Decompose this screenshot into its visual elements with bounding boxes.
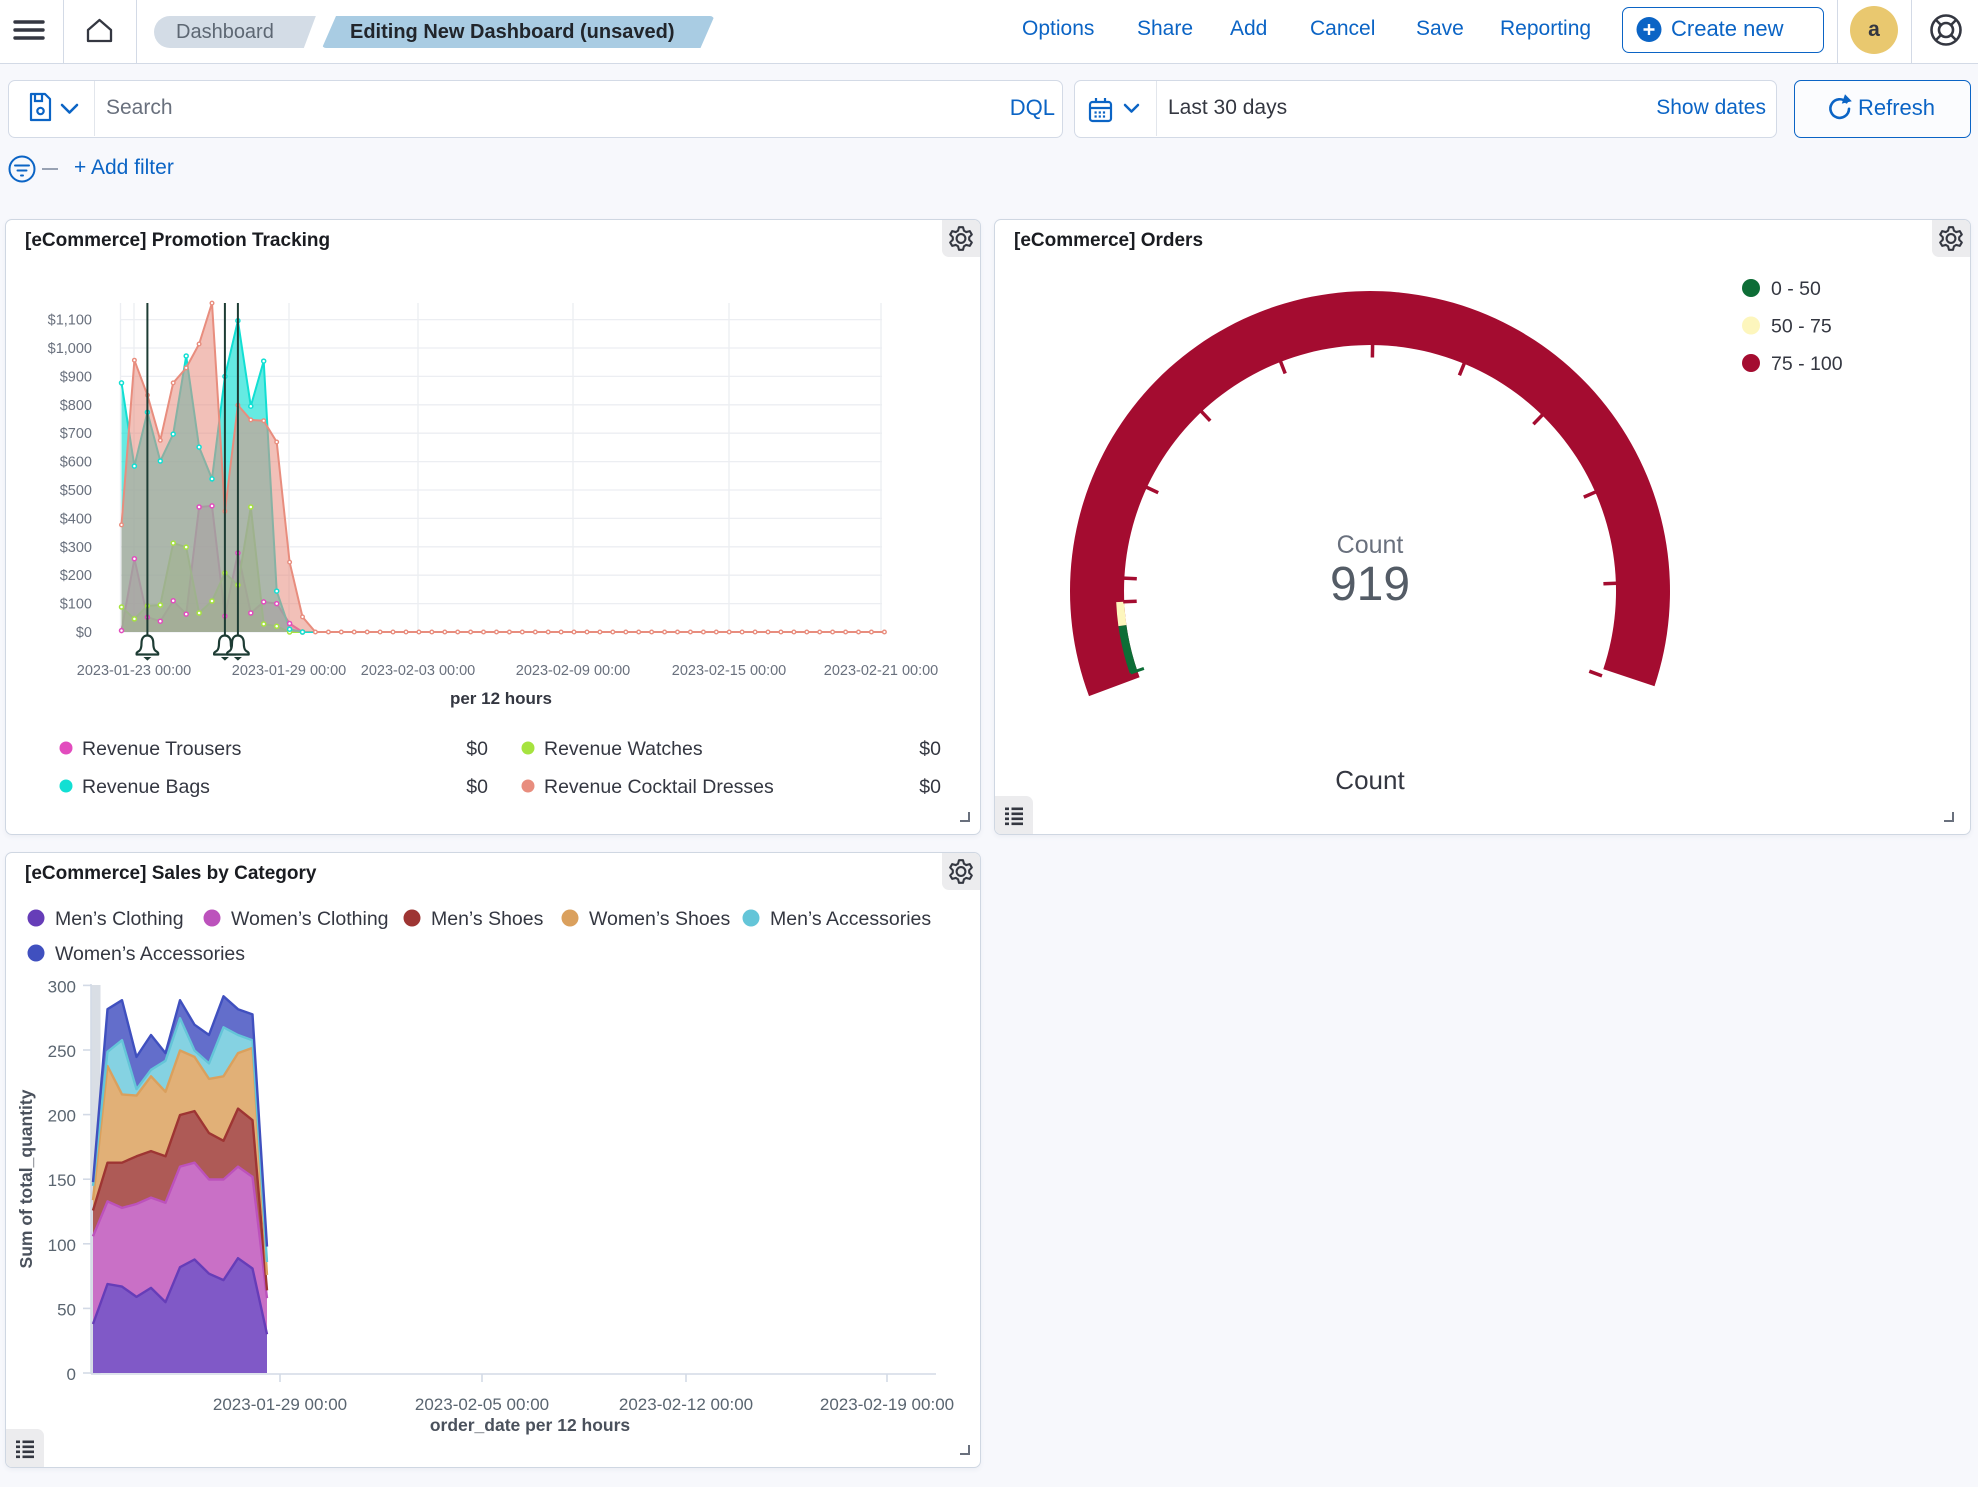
svg-text:Women’s Clothing: Women’s Clothing — [231, 908, 389, 930]
svg-text:100: 100 — [48, 1236, 76, 1255]
svg-text:0 - 50: 0 - 50 — [1771, 278, 1821, 300]
svg-text:Revenue Watches: Revenue Watches — [544, 738, 703, 760]
svg-text:$700: $700 — [60, 426, 92, 442]
svg-text:$600: $600 — [60, 455, 92, 471]
svg-text:$1,000: $1,000 — [48, 341, 92, 357]
svg-text:2023-01-23 00:00: 2023-01-23 00:00 — [77, 663, 192, 679]
svg-text:919: 919 — [1330, 558, 1410, 611]
svg-text:$200: $200 — [60, 568, 92, 584]
svg-text:$1,100: $1,100 — [48, 313, 92, 329]
svg-text:Women’s Accessories: Women’s Accessories — [55, 943, 245, 965]
svg-text:300: 300 — [48, 977, 76, 996]
svg-text:$0: $0 — [466, 776, 488, 798]
svg-text:Revenue Bags: Revenue Bags — [82, 776, 210, 798]
svg-text:2023-02-15 00:00: 2023-02-15 00:00 — [672, 663, 787, 679]
svg-text:2023-02-09 00:00: 2023-02-09 00:00 — [516, 663, 631, 679]
svg-text:$0: $0 — [76, 625, 92, 641]
svg-text:$900: $900 — [60, 369, 92, 385]
svg-text:2023-01-29 00:00: 2023-01-29 00:00 — [213, 1395, 347, 1414]
svg-text:2023-02-19 00:00: 2023-02-19 00:00 — [820, 1395, 954, 1414]
svg-text:2023-02-03 00:00: 2023-02-03 00:00 — [361, 663, 476, 679]
svg-text:$500: $500 — [60, 483, 92, 499]
svg-text:150: 150 — [48, 1171, 76, 1190]
svg-text:75 - 100: 75 - 100 — [1771, 353, 1843, 375]
svg-text:Revenue Trousers: Revenue Trousers — [82, 738, 242, 760]
svg-text:$0: $0 — [466, 738, 488, 760]
svg-text:$0: $0 — [919, 738, 941, 760]
svg-text:50: 50 — [57, 1300, 76, 1319]
svg-text:2023-02-12 00:00: 2023-02-12 00:00 — [619, 1395, 753, 1414]
svg-text:50 - 75: 50 - 75 — [1771, 316, 1832, 338]
svg-text:2023-02-05 00:00: 2023-02-05 00:00 — [415, 1395, 549, 1414]
svg-text:order_date per 12 hours: order_date per 12 hours — [430, 1415, 631, 1435]
svg-text:250: 250 — [48, 1042, 76, 1061]
svg-text:2023-01-29 00:00: 2023-01-29 00:00 — [232, 663, 347, 679]
svg-text:$400: $400 — [60, 511, 92, 527]
svg-text:Revenue Cocktail Dresses: Revenue Cocktail Dresses — [544, 776, 774, 798]
svg-text:Men’s Accessories: Men’s Accessories — [770, 908, 931, 930]
svg-text:$800: $800 — [60, 398, 92, 414]
svg-text:Women’s Shoes: Women’s Shoes — [589, 908, 731, 930]
svg-text:Count: Count — [1337, 531, 1404, 559]
svg-text:0: 0 — [67, 1365, 76, 1384]
svg-text:$300: $300 — [60, 540, 92, 556]
svg-text:Men’s Clothing: Men’s Clothing — [55, 908, 184, 930]
svg-text:Men’s Shoes: Men’s Shoes — [431, 908, 544, 930]
svg-text:2023-02-21 00:00: 2023-02-21 00:00 — [824, 663, 939, 679]
svg-text:$0: $0 — [919, 776, 941, 798]
svg-text:Count: Count — [1335, 765, 1405, 795]
svg-text:200: 200 — [48, 1107, 76, 1126]
svg-text:Sum of total_quantity: Sum of total_quantity — [16, 1089, 36, 1268]
svg-text:$100: $100 — [60, 597, 92, 613]
svg-text:per 12 hours: per 12 hours — [450, 689, 552, 708]
